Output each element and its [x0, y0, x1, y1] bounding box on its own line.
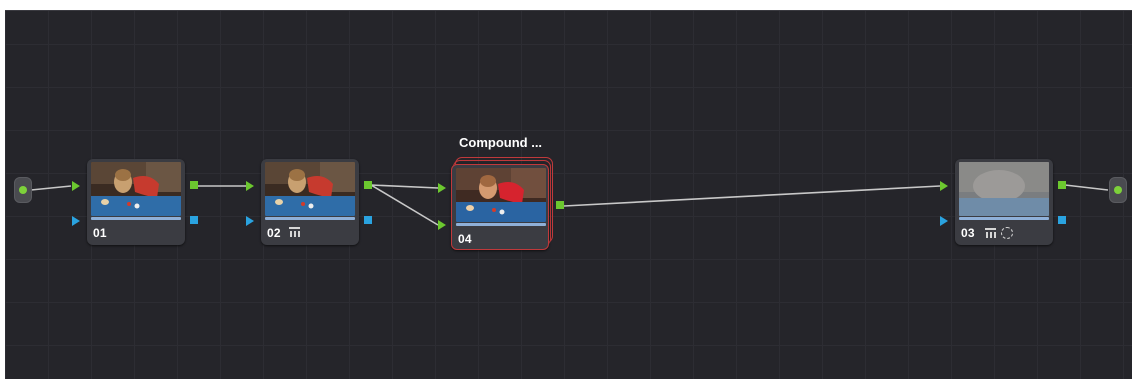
- node-04-input-port-1[interactable]: [438, 183, 446, 193]
- node-04-rgb-output-port[interactable]: [556, 201, 564, 209]
- source-dot-icon: [19, 186, 27, 194]
- node-04-compound[interactable]: 04: [451, 164, 549, 250]
- curves-adjust-icon: [289, 227, 300, 237]
- wire-02-to-04-b: [370, 184, 439, 226]
- node-01[interactable]: 01: [87, 159, 185, 245]
- node-04-input-port-2[interactable]: [438, 220, 446, 230]
- node-03-alpha-input-port[interactable]: [940, 216, 948, 226]
- node-02-alpha-input-port[interactable]: [246, 216, 254, 226]
- power-window-icon: [1001, 227, 1013, 239]
- wire-input-to-01: [30, 185, 72, 191]
- output-dot-icon: [1114, 186, 1122, 194]
- node-03[interactable]: 03: [955, 159, 1053, 245]
- node-02-alpha-output-port[interactable]: [364, 216, 372, 224]
- node-04-thumbnail: [456, 168, 546, 222]
- node-02-progress-bar: [265, 217, 355, 220]
- node-01-rgb-output-port[interactable]: [190, 181, 198, 189]
- node-03-alpha-output-port[interactable]: [1058, 216, 1066, 224]
- node-02-thumbnail: [265, 162, 355, 216]
- wire-04-to-03: [563, 185, 941, 207]
- node-01-label: 01: [93, 226, 107, 240]
- output-node[interactable]: [1109, 177, 1127, 203]
- node-03-progress-bar: [959, 217, 1049, 220]
- node-03-label: 03: [961, 226, 975, 240]
- node-04-label: 04: [458, 232, 472, 246]
- node-04-progress-bar: [456, 223, 546, 226]
- node-02-label: 02: [267, 226, 281, 240]
- compound-node-title: Compound ...: [459, 135, 543, 150]
- node-01-alpha-output-port[interactable]: [190, 216, 198, 224]
- node-03-rgb-output-port[interactable]: [1058, 181, 1066, 189]
- node-01-thumbnail: [91, 162, 181, 216]
- curves-adjust-icon: [985, 228, 996, 238]
- wire-03-to-output: [1064, 184, 1109, 191]
- node-01-progress-bar: [91, 217, 181, 220]
- node-02-rgb-input-port[interactable]: [246, 181, 254, 191]
- node-03-thumbnail: [959, 162, 1049, 216]
- source-input-node[interactable]: [14, 177, 32, 203]
- node-01-rgb-input-port[interactable]: [72, 181, 80, 191]
- wire-02-to-04-a: [370, 184, 439, 189]
- node-03-rgb-input-port[interactable]: [940, 181, 948, 191]
- node-01-alpha-input-port[interactable]: [72, 216, 80, 226]
- node-02[interactable]: 02: [261, 159, 359, 245]
- node-02-rgb-output-port[interactable]: [364, 181, 372, 189]
